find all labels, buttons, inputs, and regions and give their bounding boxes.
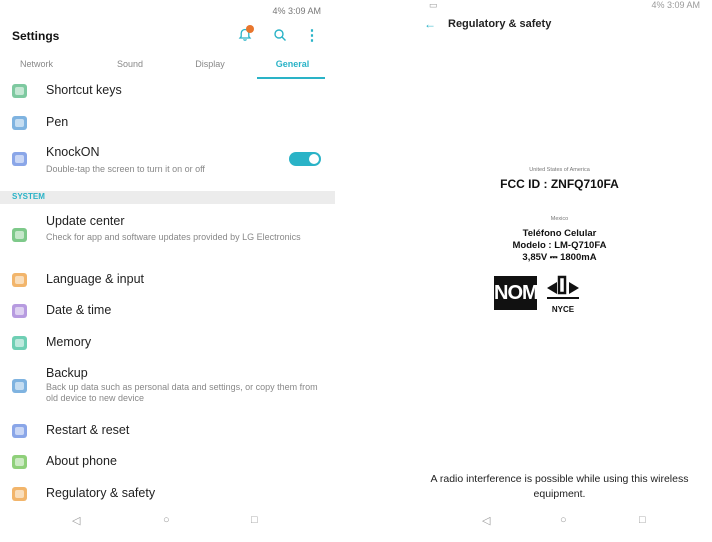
notification-badge [246, 25, 254, 33]
regulatory-icon [12, 487, 27, 501]
status-bar: 4% 3:09 AM [651, 0, 700, 10]
home-nav-icon[interactable]: ○ [560, 514, 567, 526]
item-title: KnockON [46, 145, 100, 159]
back-arrow-icon[interactable]: ← [424, 17, 436, 31]
item-title: Restart & reset [46, 423, 130, 437]
about-phone-icon [12, 455, 27, 469]
navigation-bar: ◁ ○ □ [0, 514, 335, 534]
pen-icon [12, 116, 27, 130]
item-title: About phone [46, 454, 117, 468]
nyce-text: NYCE [551, 305, 575, 314]
update-center-icon [12, 228, 27, 242]
fcc-id: FCC ID : ZNFQ710FA [500, 177, 619, 191]
list-item-restart-reset[interactable]: Restart & reset [12, 422, 324, 440]
item-title: Pen [46, 115, 69, 129]
tab-display[interactable]: Display [170, 55, 250, 77]
item-subtitle: Double-tap the screen to turn it on or o… [46, 164, 205, 174]
section-header: SYSTEM [0, 191, 335, 204]
item-subtitle: Check for app and software updates provi… [46, 232, 301, 242]
list-item-backup[interactable]: Backup Back up data such as personal dat… [12, 366, 324, 412]
item-subtitle: Back up data such as personal data and s… [46, 382, 318, 403]
tab-general[interactable]: General [250, 55, 335, 79]
tab-sound[interactable]: Sound [90, 55, 170, 77]
list-item-shortcut-keys[interactable]: Shortcut keys [12, 82, 324, 100]
mexico-label: Mexico [550, 216, 569, 222]
item-title: Update center [46, 214, 125, 228]
search-icon[interactable] [271, 26, 289, 44]
knockon-toggle[interactable] [289, 152, 321, 166]
status-text: 4% 3:09 AM [651, 0, 700, 10]
settings-screen: 4% 3:09 AM Settings ⋮ Network Sound Disp… [0, 0, 335, 542]
section-label: SYSTEM [12, 192, 45, 201]
mexico-model: Modelo : LM-Q710FA [512, 240, 607, 251]
list-item-knockon[interactable]: KnockON Double-tap the screen to turn it… [12, 145, 324, 179]
item-title: Backup [46, 366, 88, 380]
list-item-update-center[interactable]: Update center Check for app and software… [12, 213, 324, 259]
interference-notice: A radio interference is possible while u… [430, 473, 689, 500]
item-title: Language & input [46, 272, 145, 286]
tab-bar: Network Sound Display General [0, 55, 335, 79]
recents-nav-icon[interactable]: □ [639, 514, 646, 526]
recents-nav-icon[interactable]: □ [251, 514, 258, 526]
home-nav-icon[interactable]: ○ [163, 514, 170, 526]
mexico-product: Teléfono Celular [522, 228, 597, 239]
item-title: Regulatory & safety [46, 486, 156, 500]
list-item-language[interactable]: Language & input [12, 271, 324, 289]
tab-network[interactable]: Network [0, 55, 90, 77]
nom-logo: NOM [494, 276, 539, 310]
navigation-bar: ◁ ○ □ [407, 514, 712, 534]
shortcut-keys-icon [12, 84, 27, 98]
restart-icon [12, 424, 27, 438]
status-text: 4% 3:09 AM [272, 6, 321, 16]
nyce-logo: NYCE [543, 274, 583, 314]
more-options-icon[interactable]: ⋮ [303, 26, 321, 44]
knockon-icon [12, 152, 27, 166]
back-nav-icon[interactable]: ◁ [72, 514, 80, 527]
item-title: Shortcut keys [46, 83, 122, 97]
backup-icon [12, 379, 27, 393]
back-nav-icon[interactable]: ◁ [482, 514, 490, 527]
status-bar: 4% 3:09 AM [272, 6, 321, 16]
memory-icon [12, 336, 27, 350]
usa-label: United States of America [529, 167, 590, 173]
list-item-about-phone[interactable]: About phone [12, 453, 324, 471]
list-item-pen[interactable]: Pen [12, 114, 324, 132]
list-item-regulatory[interactable]: Regulatory & safety [12, 485, 324, 503]
page-title: Regulatory & safety [448, 18, 552, 30]
page-title: Settings [12, 29, 60, 43]
regulatory-screen: ▭ 4% 3:09 AM ← Regulatory & safety Unite… [407, 0, 712, 542]
language-icon [12, 273, 27, 287]
mexico-rating: 3,85V ⎓ 1800mA [522, 252, 597, 263]
item-title: Date & time [46, 303, 112, 317]
notification-icon: ▭ [429, 0, 438, 10]
date-time-icon [12, 304, 27, 318]
item-title: Memory [46, 335, 92, 349]
list-item-date-time[interactable]: Date & time [12, 302, 324, 320]
list-item-memory[interactable]: Memory [12, 334, 324, 352]
